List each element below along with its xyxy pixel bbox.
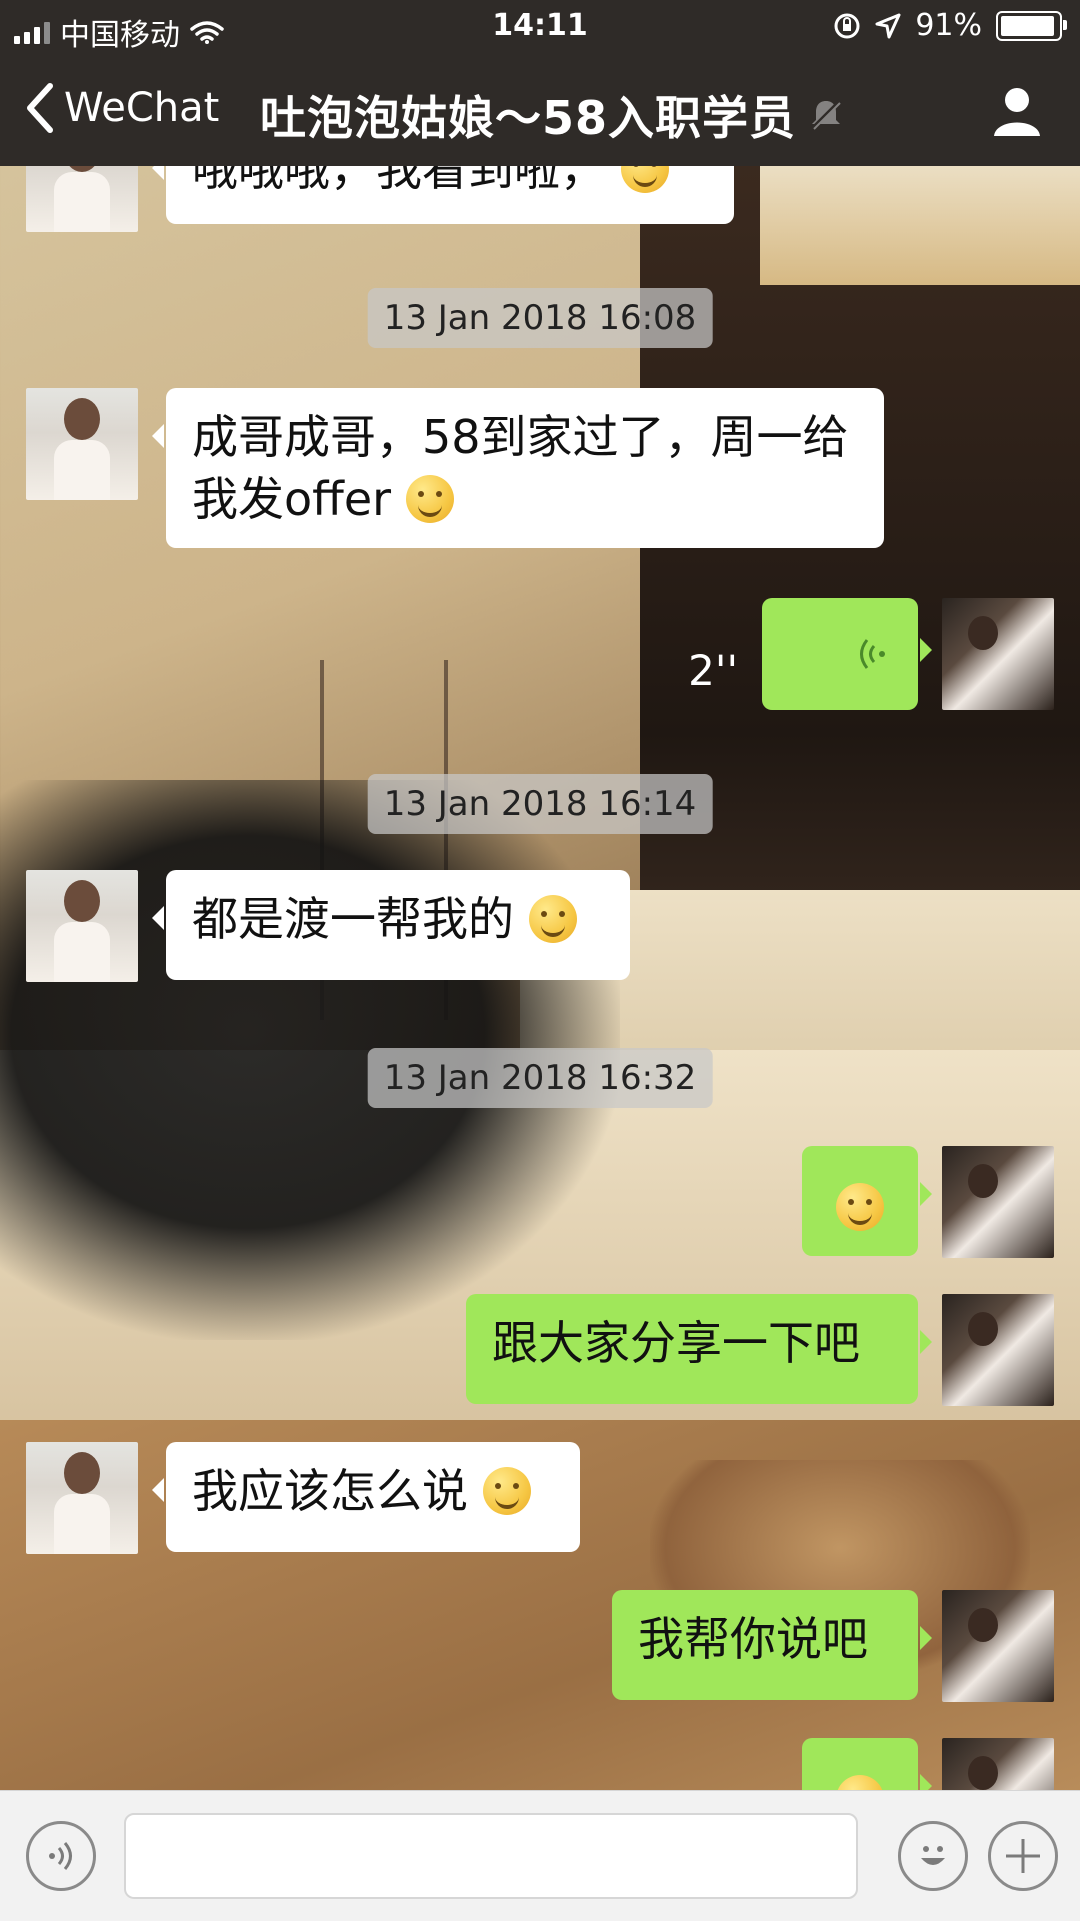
emoji-icon (921, 1846, 945, 1865)
voice-waves-icon (860, 639, 885, 669)
contact-avatar[interactable] (26, 1442, 138, 1554)
timestamp: 13 Jan 2018 16:32 (367, 1048, 713, 1108)
message-bubble-outgoing[interactable]: 跟大家分享一下吧 (466, 1294, 932, 1404)
chat-title: 吐泡泡姑娘～58入职学员 (260, 82, 900, 148)
message-bubble-outgoing[interactable] (802, 1146, 932, 1256)
my-avatar[interactable] (942, 1738, 1054, 1790)
battery-percent: 91% (915, 8, 982, 43)
message-bubble-incoming[interactable]: 哦哦哦，我看到啦， (152, 166, 734, 224)
contact-avatar[interactable] (26, 388, 138, 500)
grin-emoji-icon (836, 1183, 884, 1231)
my-avatar[interactable] (942, 1294, 1054, 1406)
message-text: 跟大家分享一下吧 (492, 1316, 860, 1370)
orientation-lock-icon (834, 13, 860, 38)
back-chevron-icon (27, 83, 53, 133)
message-text: 都是渡一帮我的 (192, 892, 514, 946)
my-avatar[interactable] (942, 1146, 1054, 1258)
message-bubble-incoming[interactable]: 我应该怎么说 (152, 1442, 580, 1552)
voice-input-icon (49, 1842, 72, 1870)
message-bubble-incoming[interactable]: 都是渡一帮我的 (152, 870, 630, 980)
message-text: 成哥成哥，58到家过了，周一给我发offer (192, 410, 849, 526)
message-bubble-outgoing[interactable] (802, 1738, 932, 1790)
profile-icon[interactable] (990, 84, 1044, 138)
message-text: 哦哦哦，我看到啦， (192, 166, 606, 196)
input-bar (0, 1790, 1080, 1921)
thinking-emoji-icon (405, 475, 454, 523)
mute-icon (810, 99, 842, 131)
relieved-emoji-icon (482, 1467, 531, 1515)
chat-header: WeChat 吐泡泡姑娘～58入职学员 (0, 56, 1080, 166)
message-bubble-incoming[interactable]: 成哥成哥，58到家过了，周一给我发offer (152, 388, 884, 548)
status-right: 91% (833, 8, 1067, 43)
chat-title-text: 吐泡泡姑娘～58入职学员 (260, 91, 797, 145)
message-list[interactable]: 哦哦哦，我看到啦， 13 Jan 2018 16:08 成哥成哥，58到家过了，… (0, 166, 1080, 1790)
timestamp: 13 Jan 2018 16:08 (367, 288, 713, 348)
grin-emoji-icon (620, 166, 669, 193)
blush-emoji-icon (528, 895, 577, 943)
message-input[interactable] (124, 1813, 858, 1899)
status-bar: 中国移动 14:11 91% (0, 0, 1080, 56)
more-button[interactable] (988, 1821, 1058, 1891)
voice-message-bubble[interactable] (762, 598, 932, 710)
my-avatar[interactable] (942, 598, 1054, 710)
timestamp: 13 Jan 2018 16:14 (367, 774, 713, 834)
back-label: WeChat (64, 85, 220, 131)
emoji-button[interactable] (898, 1821, 968, 1891)
location-icon (875, 13, 901, 38)
voice-duration: 2'' (688, 646, 738, 695)
message-text: 我帮你说吧 (638, 1612, 868, 1666)
voice-input-button[interactable] (26, 1821, 96, 1891)
contact-avatar[interactable] (26, 870, 138, 982)
message-bubble-outgoing[interactable]: 我帮你说吧 (612, 1590, 932, 1700)
my-avatar[interactable] (942, 1590, 1054, 1702)
contact-avatar[interactable] (26, 166, 138, 232)
plus-icon (1006, 1839, 1040, 1873)
back-button[interactable]: WeChat (22, 80, 219, 136)
battery-icon (996, 10, 1067, 41)
grin-emoji-icon (836, 1775, 884, 1790)
message-text: 我应该怎么说 (192, 1464, 468, 1518)
